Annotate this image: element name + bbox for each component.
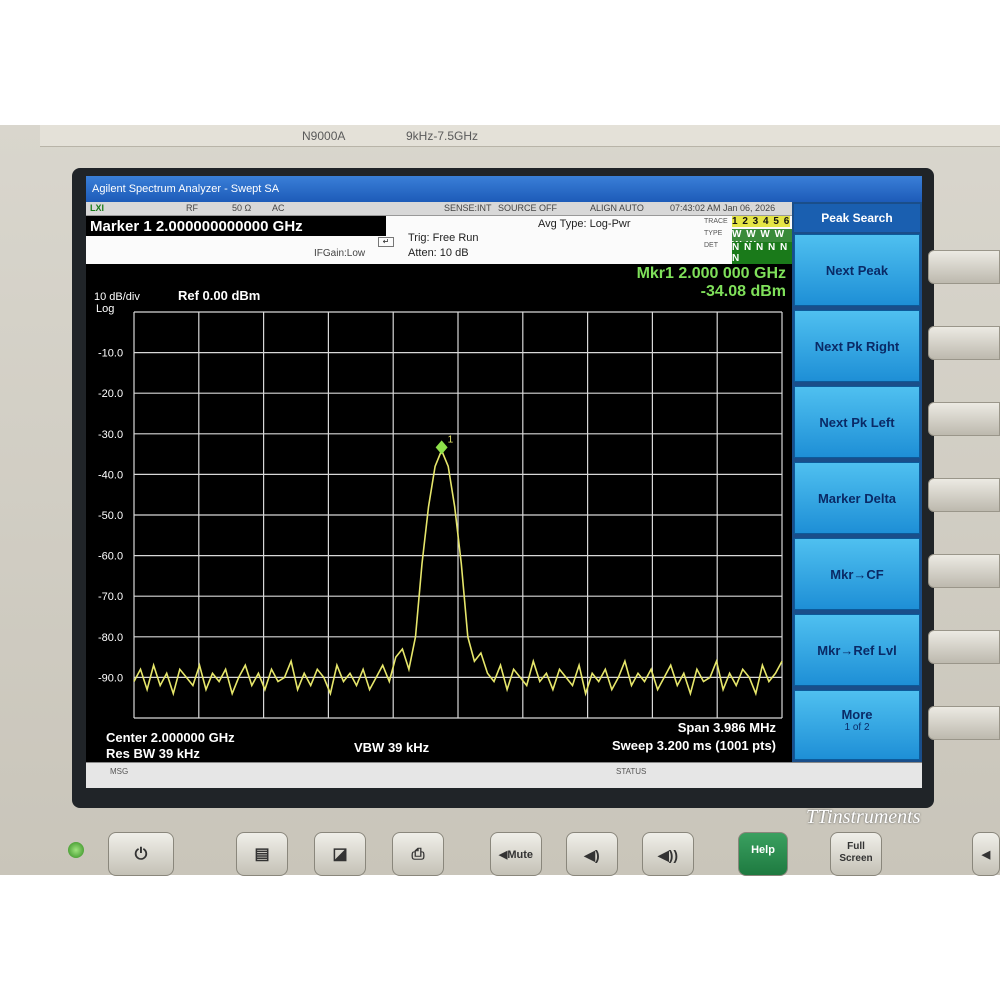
message-bar: MSG STATUS xyxy=(86,762,922,788)
ref-level-label: Ref 0.00 dBm xyxy=(178,288,260,303)
mute-label: Mute xyxy=(507,849,534,861)
volume-up-icon: ◀)) xyxy=(657,847,679,863)
span-label: Span 3.986 MHz xyxy=(678,720,777,735)
lxi-indicator: LXI xyxy=(90,203,105,213)
det-label: DET xyxy=(704,242,718,249)
softkey-mkr-to-cf[interactable]: Mkr→CF xyxy=(794,538,920,610)
status-label: STATUS xyxy=(616,767,647,776)
marker-readout-level: -34.08 dBm xyxy=(701,283,786,300)
softkey-marker-delta[interactable]: Marker Delta xyxy=(794,462,920,534)
back-arrow-icon: ◀ xyxy=(981,849,991,861)
softkey-more-page: 1 of 2 xyxy=(844,722,870,733)
y-tick-label: -10.0 xyxy=(98,348,123,360)
y-tick-label: -20.0 xyxy=(98,388,123,400)
hw-softkey-6[interactable] xyxy=(928,630,1000,664)
softkey-more-label: More xyxy=(841,707,873,722)
window-title: Agilent Spectrum Analyzer - Swept SA xyxy=(86,176,922,202)
volume-down-button[interactable]: ◀) xyxy=(566,832,618,876)
softkey-next-pk-right[interactable]: Next Pk Right xyxy=(794,310,920,382)
help-button[interactable]: Help xyxy=(738,832,788,876)
print-icon: ⎙ xyxy=(411,846,425,863)
marker-title[interactable]: Marker 1 2.000000000000 GHz xyxy=(90,218,303,235)
marker-readout-freq: Mkr1 2.000 000 GHz xyxy=(637,265,786,282)
spectrum-display[interactable]: -10.0 -20.0 -30.0 -40.0 -50.0 -60.0 -70.0 -80.0… xyxy=(86,264,792,788)
sense-indicator: SENSE:INT xyxy=(444,203,492,213)
zoom-button[interactable]: ◪ xyxy=(314,832,366,876)
hw-softkey-1[interactable] xyxy=(928,250,1000,284)
full-screen-button[interactable]: Full Screen xyxy=(830,832,882,876)
trig-label: Trig: Free Run xyxy=(408,232,479,244)
y-tick-label: -40.0 xyxy=(98,469,123,481)
type-label: TYPE xyxy=(704,230,723,237)
marker-1-number: 1 xyxy=(448,434,454,445)
y-tick-label: -90.0 xyxy=(98,672,123,684)
softkey-panel: Peak Search Next Peak Next Pk Right Next… xyxy=(792,202,922,762)
input-arrow-icon: ↵ xyxy=(378,237,394,247)
mute-button[interactable]: ◀Mute xyxy=(490,832,542,876)
y-tick-label: -50.0 xyxy=(98,510,123,522)
rf-indicator: RF xyxy=(186,203,198,213)
ifgain-label: IFGain:Low xyxy=(314,248,366,259)
analyzer-screen: Agilent Spectrum Analyzer - Swept SA LXI… xyxy=(86,176,922,788)
zoom-icon: ◪ xyxy=(332,846,348,863)
scale-label: 10 dB/div xyxy=(94,291,140,303)
softkey-mkr-to-ref-lvl[interactable]: Mkr→Ref Lvl xyxy=(794,614,920,686)
coupling-indicator: AC xyxy=(272,203,285,213)
y-tick-label: -80.0 xyxy=(98,632,123,644)
vbw-label: VBW 39 kHz xyxy=(354,740,430,755)
hw-softkey-4[interactable] xyxy=(928,478,1000,512)
watermark: TTinstruments xyxy=(806,806,921,828)
marker-1-diamond[interactable] xyxy=(435,440,448,455)
y-tick-label: -70.0 xyxy=(98,591,123,603)
source-indicator: SOURCE OFF xyxy=(498,203,558,213)
volume-down-icon: ◀) xyxy=(584,847,600,863)
atten-label: Atten: 10 dB xyxy=(408,247,469,259)
power-led xyxy=(68,842,84,858)
datetime: 07:43:02 AM Jan 06, 2026 xyxy=(670,203,776,213)
model-label: N9000A xyxy=(302,129,346,143)
res-bw-label: Res BW 39 kHz xyxy=(106,746,200,761)
trace-detectors: N N N N N N xyxy=(732,242,792,264)
full-screen-label-2: Screen xyxy=(839,853,873,864)
trace-numbers: 1 2 3 4 5 6 xyxy=(732,216,791,227)
hw-softkey-7[interactable] xyxy=(928,706,1000,740)
softkey-next-peak[interactable]: Next Peak xyxy=(794,234,920,306)
scale-type-label: Log xyxy=(96,303,114,315)
avg-type-label: Avg Type: Log-Pwr xyxy=(538,218,631,230)
photo-stage: N9000A 9kHz-7.5GHz Agilent Spectrum Anal… xyxy=(0,0,1000,1000)
freq-range-label: 9kHz-7.5GHz xyxy=(406,129,479,143)
hw-softkey-2[interactable] xyxy=(928,326,1000,360)
instrument-top-strip xyxy=(40,125,1000,147)
center-freq-label: Center 2.000000 GHz xyxy=(106,730,235,745)
sweep-label: Sweep 3.200 ms (1001 pts) xyxy=(612,738,776,753)
impedance-indicator: 50 Ω xyxy=(232,203,252,213)
align-indicator: ALIGN AUTO xyxy=(590,203,644,213)
graticule xyxy=(133,311,783,719)
y-tick-label: -60.0 xyxy=(98,551,123,563)
hw-softkey-3[interactable] xyxy=(928,402,1000,436)
print-button[interactable]: ⎙ xyxy=(392,832,444,876)
status-bar: LXI RF 50 Ω AC SENSE:INT SOURCE OFF ALIG… xyxy=(86,202,792,216)
msg-label: MSG xyxy=(110,767,129,776)
y-tick-label: -30.0 xyxy=(98,429,123,441)
trace-status-box: TRACE TYPE DET 1 2 3 4 5 6 W W W W W W N… xyxy=(698,216,792,264)
tile-button[interactable]: ▤ xyxy=(236,832,288,876)
power-button[interactable]: ⏻ xyxy=(108,832,174,876)
info-panel: Marker 1 2.000000000000 GHz IFGain:Low ↵… xyxy=(86,216,792,264)
power-icon: ⏻ xyxy=(134,846,148,863)
trace-label: TRACE xyxy=(704,218,728,225)
softkey-more[interactable]: More 1 of 2 xyxy=(794,690,920,760)
softkey-next-pk-left[interactable]: Next Pk Left xyxy=(794,386,920,458)
full-screen-label-1: Full xyxy=(847,841,865,852)
softkey-menu-title: Peak Search xyxy=(794,204,920,232)
tile-icon: ▤ xyxy=(254,846,270,863)
spectrum-plot[interactable]: -10.0 -20.0 -30.0 -40.0 -50.0 -60.0 -70.0 -80.0… xyxy=(86,264,792,788)
volume-up-button[interactable]: ◀)) xyxy=(642,832,694,876)
back-button[interactable]: ◀ xyxy=(972,832,1000,876)
y-tick-labels: -10.0 -20.0 -30.0 -40.0 -50.0 -60.0 -70.0 -80.0… xyxy=(98,348,123,685)
hw-softkey-5[interactable] xyxy=(928,554,1000,588)
